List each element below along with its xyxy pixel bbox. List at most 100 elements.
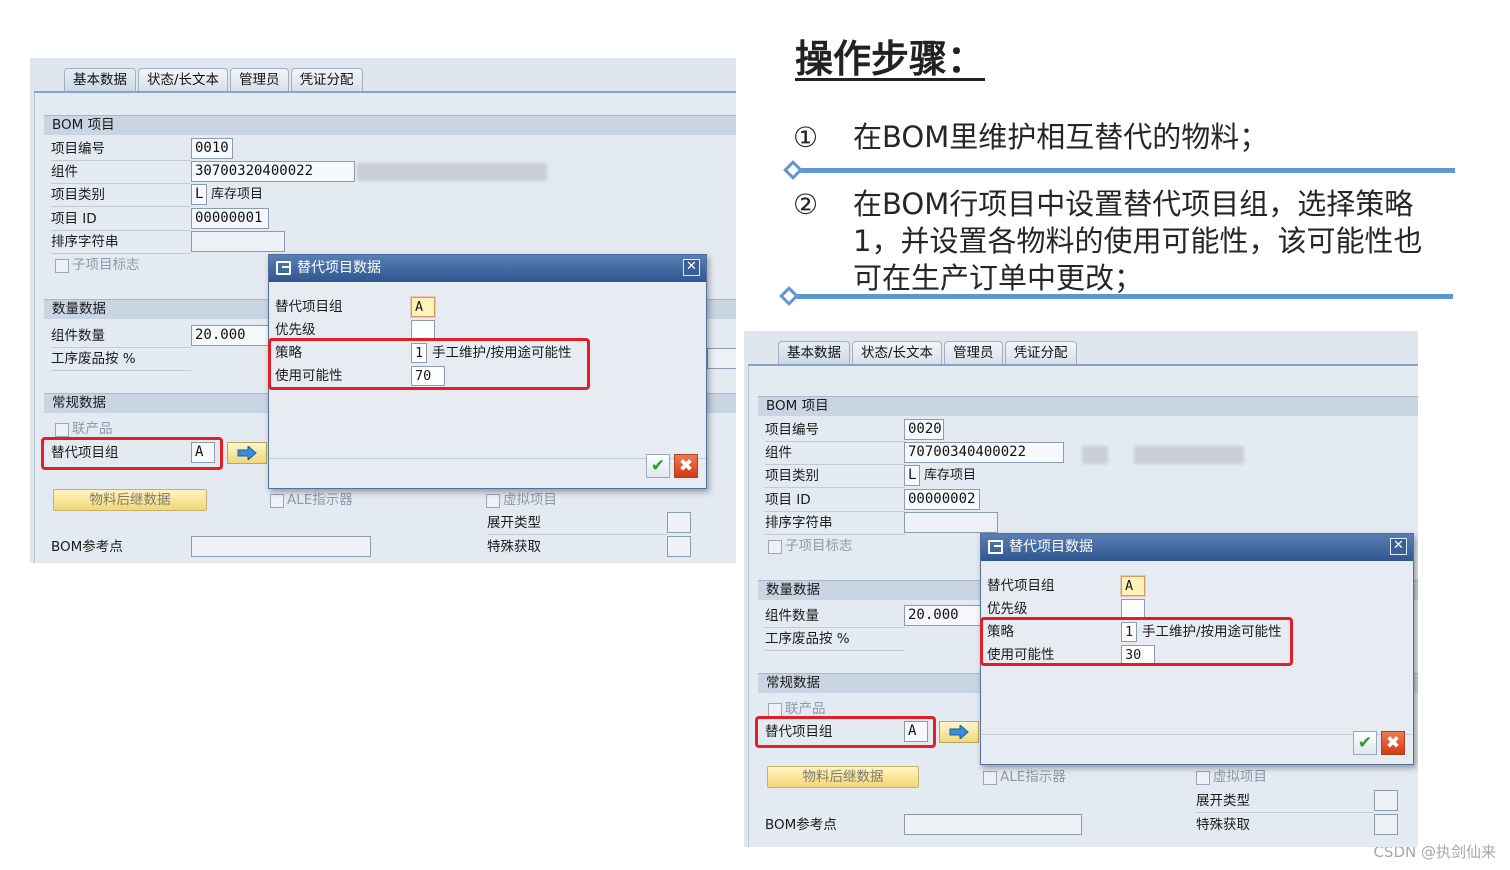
- redacted-text: [1134, 446, 1244, 464]
- step-2-number: ②: [793, 188, 819, 221]
- steps-heading: 操作步骤：: [795, 37, 986, 81]
- step-2-text: 在BOM行项目中设置替代项目组，选择策略1，并设置各物料的使用可能性，该可能性也…: [853, 187, 1423, 295]
- group-title: BOM 项目: [758, 397, 1418, 416]
- tab-basic-data[interactable]: 基本数据: [64, 68, 136, 92]
- tab-basic-data[interactable]: 基本数据: [778, 341, 850, 365]
- sort-string-field[interactable]: [191, 231, 285, 252]
- label-special-procurement: 特殊获取: [487, 539, 541, 555]
- item-no-field[interactable]: 0020: [904, 419, 944, 440]
- highlight-strategy-usage: [268, 338, 590, 390]
- dialog-title: 替代项目数据 ✕: [269, 255, 706, 282]
- redacted-text: [1082, 446, 1108, 464]
- item-category-desc: 库存项目: [211, 187, 264, 202]
- label-component: 组件: [765, 445, 792, 461]
- tab-admin[interactable]: 管理员: [944, 341, 1003, 365]
- component-qty-field[interactable]: 20.000: [191, 325, 271, 346]
- tab-status-text[interactable]: 状态/长文本: [138, 68, 229, 92]
- explosion-type-field[interactable]: [667, 512, 691, 533]
- dlg-label-priority: 优先级: [275, 322, 316, 338]
- label-item-no: 项目编号: [765, 422, 819, 438]
- dlg-priority-field[interactable]: [1121, 599, 1145, 619]
- label-sort-string: 排序字符串: [765, 515, 833, 531]
- label-component-qty: 组件数量: [765, 608, 819, 624]
- label-item-category: 项目类别: [51, 187, 105, 203]
- bom-ref-point-field[interactable]: [191, 536, 371, 557]
- label-item-id: 项目 ID: [765, 492, 811, 508]
- item-id-field[interactable]: 00000001: [191, 208, 269, 229]
- sap-screen-2: 基本数据 状态/长文本 管理员 凭证分配 BOM 项目 项目编号 0020 组件…: [744, 331, 1418, 847]
- explosion-type-field[interactable]: [1374, 790, 1398, 811]
- dlg-label-priority: 优先级: [987, 601, 1028, 617]
- tab-admin[interactable]: 管理员: [230, 68, 289, 92]
- alt-item-details-button[interactable]: [939, 721, 979, 743]
- dialog-window-icon: [988, 540, 1003, 554]
- material-followup-data-button[interactable]: 物料后继数据: [767, 766, 919, 788]
- component-field[interactable]: 30700320400022: [191, 161, 355, 182]
- item-category-field[interactable]: L: [904, 465, 920, 486]
- label-component-qty: 组件数量: [51, 328, 105, 344]
- highlight-alt-group: [755, 716, 936, 748]
- sub-item-flag-checkbox[interactable]: 子项目标志: [55, 256, 140, 274]
- divider-diamond-icon: [783, 160, 803, 180]
- tab-strip: 基本数据 状态/长文本 管理员 凭证分配: [64, 68, 363, 92]
- sub-item-flag-checkbox[interactable]: 子项目标志: [768, 537, 853, 555]
- redacted-text: [357, 163, 547, 181]
- scrap-field[interactable]: [707, 348, 736, 369]
- highlight-alt-group: [41, 437, 223, 470]
- co-product-checkbox[interactable]: 联产品: [55, 420, 113, 438]
- sort-string-field[interactable]: [904, 512, 998, 533]
- group-title: BOM 项目: [44, 116, 736, 135]
- dlg-label-alt-group: 替代项目组: [987, 578, 1055, 594]
- cancel-x-icon[interactable]: ✖: [674, 454, 698, 478]
- dialog-title: 替代项目数据 ✕: [981, 534, 1413, 561]
- component-qty-field[interactable]: 20.000: [904, 605, 984, 626]
- label-item-id: 项目 ID: [51, 211, 97, 227]
- item-no-field[interactable]: 0010: [191, 138, 233, 159]
- confirm-check-icon[interactable]: ✔: [646, 454, 670, 478]
- label-bom-ref: BOM参考点: [765, 817, 837, 833]
- dlg-alt-group-field[interactable]: A: [411, 297, 435, 317]
- arrow-right-icon: [237, 446, 257, 460]
- arrow-right-icon: [949, 725, 969, 739]
- close-icon[interactable]: ✕: [1390, 538, 1407, 555]
- special-procurement-field[interactable]: [667, 536, 691, 557]
- ale-indicator-checkbox[interactable]: ALE指示器: [983, 768, 1066, 786]
- label-explosion-type: 展开类型: [487, 515, 541, 531]
- label-explosion-type: 展开类型: [1196, 793, 1250, 809]
- step-divider: [792, 168, 1455, 173]
- bom-ref-point-field[interactable]: [904, 814, 1082, 835]
- dlg-alt-group-field[interactable]: A: [1121, 576, 1145, 596]
- label-special-procurement: 特殊获取: [1196, 817, 1250, 833]
- item-id-field[interactable]: 00000002: [904, 489, 980, 510]
- label-operation-scrap: 工序废品按 %: [51, 351, 136, 367]
- tab-strip: 基本数据 状态/长文本 管理员 凭证分配: [778, 341, 1077, 365]
- cancel-x-icon[interactable]: ✖: [1381, 731, 1405, 755]
- dialog-title-text: 替代项目数据: [297, 260, 381, 276]
- label-item-category: 项目类别: [765, 468, 819, 484]
- tab-doc-assignment[interactable]: 凭证分配: [290, 68, 363, 92]
- tab-status-text[interactable]: 状态/长文本: [852, 341, 943, 365]
- component-field[interactable]: 70700340400022: [904, 442, 1064, 463]
- ale-indicator-checkbox[interactable]: ALE指示器: [270, 491, 353, 509]
- phantom-item-checkbox[interactable]: 虚拟项目: [486, 491, 557, 509]
- bom-item-group: BOM 项目: [758, 396, 1418, 556]
- label-item-no: 项目编号: [51, 141, 105, 157]
- step-1-number: ①: [793, 121, 819, 154]
- material-followup-data-button[interactable]: 物料后继数据: [53, 489, 207, 511]
- label-sort-string: 排序字符串: [51, 234, 119, 250]
- close-icon[interactable]: ✕: [683, 259, 700, 276]
- dlg-priority-field[interactable]: [411, 320, 435, 340]
- step-1: ① 在BOM里维护相互替代的物料；: [793, 119, 1473, 159]
- item-category-desc: 库存项目: [924, 468, 977, 483]
- step-1-text: 在BOM里维护相互替代的物料；: [853, 120, 1269, 154]
- phantom-item-checkbox[interactable]: 虚拟项目: [1196, 768, 1267, 786]
- alt-item-details-button[interactable]: [227, 442, 267, 464]
- tab-doc-assignment[interactable]: 凭证分配: [1004, 341, 1077, 365]
- bom-item-group: BOM 项目: [44, 115, 736, 275]
- special-procurement-field[interactable]: [1374, 814, 1398, 835]
- highlight-strategy-usage: [980, 617, 1293, 666]
- item-category-field[interactable]: L: [191, 184, 207, 205]
- step-divider: [788, 294, 1453, 299]
- confirm-check-icon[interactable]: ✔: [1353, 731, 1377, 755]
- label-bom-ref: BOM参考点: [51, 539, 123, 555]
